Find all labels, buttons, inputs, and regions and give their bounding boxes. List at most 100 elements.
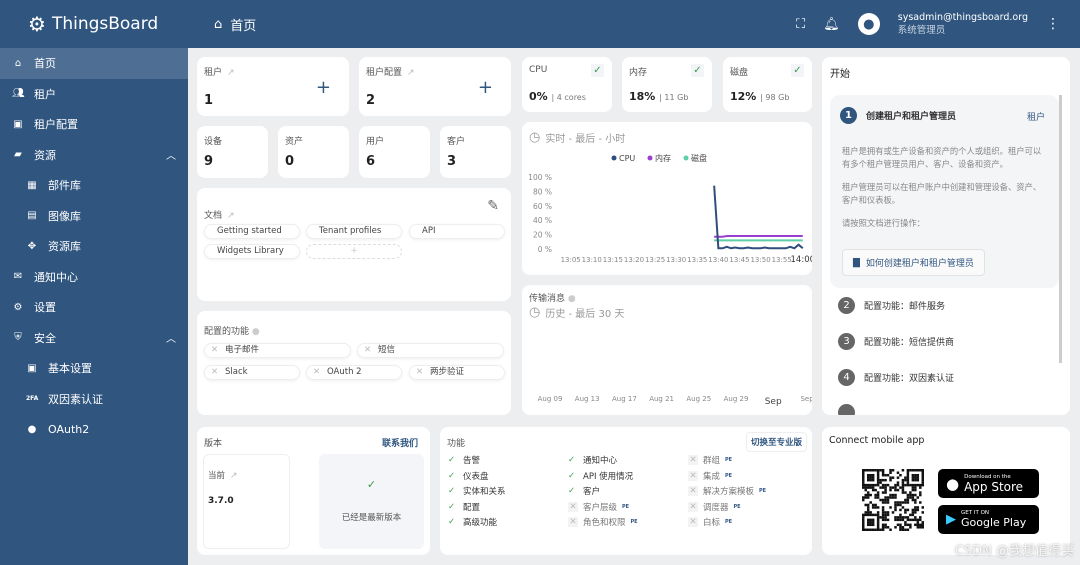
qr-module — [906, 498, 910, 502]
y-tick-label: 20 % — [533, 231, 552, 240]
open-arrow-icon[interactable]: ↗ — [407, 68, 415, 78]
qr-module — [899, 518, 902, 522]
qr-module — [916, 476, 920, 479]
qr-module — [906, 518, 910, 522]
step-4[interactable]: 4 配置功能：双因素认证 — [838, 369, 954, 386]
getting-started-card: 开始 1 创建租户和租户管理员 租户 租户是拥有或生产设备和资产的个人或组织。租户… — [822, 57, 1070, 415]
doc-link-getting-started[interactable]: Getting started — [204, 224, 300, 239]
feature-chip-email[interactable]: ✕ 电子邮件 — [204, 343, 351, 358]
sidebar-item-12[interactable]: ● OAuth2 — [0, 414, 188, 445]
tenants-link[interactable]: 租户 — [1027, 110, 1045, 123]
sidebar-item-10[interactable]: ▣ 基本设置 — [0, 353, 188, 384]
sidebar-item-8[interactable]: ⚙ 设置 — [0, 292, 188, 323]
image-icon: ▤ — [27, 210, 37, 222]
add-doc-link-button[interactable]: + — [306, 244, 402, 259]
qr-module — [894, 508, 897, 512]
assets-card[interactable]: 资产 0 — [278, 126, 349, 178]
qr-module — [901, 506, 905, 509]
more-menu-icon[interactable]: ⋮ — [1046, 16, 1060, 32]
fullscreen-icon[interactable]: ⛶ — [796, 17, 805, 32]
qr-module — [884, 473, 887, 477]
tenants-card[interactable]: 租户 ↗ 1 + — [197, 57, 349, 116]
sidebar-item-9[interactable]: ⛨ 安全 ︿ — [0, 323, 188, 354]
close-icon: ✕ — [416, 367, 424, 377]
scrollbar[interactable] — [1059, 95, 1062, 363]
sidebar-item-label: 租户配置 — [34, 118, 78, 132]
step-2[interactable]: 2 配置功能：邮件服务 — [838, 297, 945, 314]
tenant-profiles-card[interactable]: 租户配置 ↗ 2 + — [359, 57, 511, 116]
y-tick-label: 40 % — [533, 216, 552, 225]
chevron-up-icon[interactable]: ︿ — [166, 147, 176, 162]
qr-module — [906, 471, 910, 474]
qr-module — [906, 478, 910, 482]
app-store-button[interactable]: ● Download on the App Store — [938, 469, 1039, 498]
sidebar-item-1[interactable]: 👥︎ 租户 — [0, 79, 188, 110]
qr-module — [896, 476, 900, 479]
document-icon: ▇ — [853, 257, 860, 268]
x-tick-label: 13:50 — [750, 256, 770, 264]
feature-chip-oauth2[interactable]: ✕ OAuth 2 — [306, 365, 402, 380]
add-tenant-button[interactable]: + — [316, 77, 331, 98]
google-play-button[interactable]: ▶ GET IT ON Google Play — [938, 505, 1039, 534]
qr-module — [876, 483, 880, 487]
qr-module — [864, 483, 867, 487]
qr-module — [911, 496, 915, 499]
series-line-内存 — [714, 235, 803, 238]
sidebar-item-3[interactable]: ▰ 资源 ︿ — [0, 140, 188, 171]
sidebar-item-2[interactable]: ▣ 租户配置 — [0, 109, 188, 140]
qr-module — [901, 478, 905, 482]
doc-link-widgets-library[interactable]: Widgets Library — [204, 244, 300, 259]
security-icon: ▣ — [27, 362, 37, 374]
chevron-up-icon[interactable]: ︿ — [166, 330, 176, 345]
qr-module — [914, 483, 917, 487]
qr-module — [862, 496, 865, 499]
qr-module — [919, 469, 922, 472]
qr-module — [866, 486, 870, 489]
feature-chip-sms[interactable]: ✕ 短信 — [357, 343, 504, 358]
feature-item: ✓ API 使用情况 — [568, 470, 634, 482]
feature-chip-2fa[interactable]: ✕ 两步验证 — [409, 365, 505, 380]
users-card[interactable]: 用户 6 — [359, 126, 430, 178]
qr-module — [904, 501, 907, 504]
qr-module — [901, 488, 905, 492]
qr-module — [879, 528, 882, 531]
sidebar-item-7[interactable]: ✉ 通知中心 — [0, 262, 188, 293]
qr-module — [869, 518, 872, 522]
contact-us-link[interactable]: 联系我们 — [382, 436, 418, 449]
qr-module — [876, 528, 880, 531]
sidebar-item-11[interactable]: 2FA 双因素认证 — [0, 384, 188, 415]
switch-to-pe-button[interactable]: 切换至专业版 — [745, 432, 807, 452]
open-arrow-icon[interactable]: ↗ — [227, 68, 235, 78]
open-arrow-icon[interactable]: ↗ — [227, 211, 235, 221]
open-arrow-icon[interactable]: ↗ — [230, 471, 238, 481]
notifications-bell-icon[interactable]: 🔔︎ — [823, 17, 840, 32]
doc-link-tenant-profiles[interactable]: Tenant profiles — [306, 224, 402, 239]
sidebar-item-4[interactable]: ▦ 部件库 — [0, 170, 188, 201]
user-info[interactable]: sysadmin@thingsboard.org 系统管理员 — [898, 11, 1028, 37]
x-tick-label: Aug 29 — [724, 395, 749, 403]
qr-module — [866, 483, 870, 487]
edit-pencil-icon[interactable]: ✎ — [487, 198, 499, 214]
avatar[interactable]: ● — [857, 13, 880, 35]
doc-link-api[interactable]: API — [409, 224, 505, 239]
qr-module — [884, 516, 887, 519]
qr-module — [862, 481, 865, 484]
qr-module — [881, 516, 885, 519]
customers-card[interactable]: 客户 3 — [440, 126, 511, 178]
sidebar-item-5[interactable]: ▤ 图像库 — [0, 201, 188, 232]
how-to-create-tenant-button[interactable]: ▇ 如何创建租户和租户管理员 — [842, 249, 985, 276]
sidebar-item-6[interactable]: ✥ 资源库 — [0, 231, 188, 262]
qr-module — [919, 491, 922, 494]
disk-card: 磁盘 ✓ 12% | 98 Gb — [723, 57, 812, 112]
qr-module — [899, 508, 902, 512]
sidebar-item-0[interactable]: ⌂ 首页 — [0, 48, 188, 79]
step-5[interactable] — [838, 404, 855, 415]
feature-chip-slack[interactable]: ✕ Slack — [204, 365, 300, 380]
qr-module — [921, 511, 924, 514]
add-tenant-profile-button[interactable]: + — [478, 77, 493, 98]
devices-card[interactable]: 设备 9 — [197, 126, 268, 178]
info-icon[interactable]: ● — [252, 327, 260, 337]
logo[interactable]: ⚙ ThingsBoard — [0, 0, 188, 48]
step-3[interactable]: 3 配置功能：短信提供商 — [838, 333, 954, 350]
qr-module — [901, 486, 905, 489]
